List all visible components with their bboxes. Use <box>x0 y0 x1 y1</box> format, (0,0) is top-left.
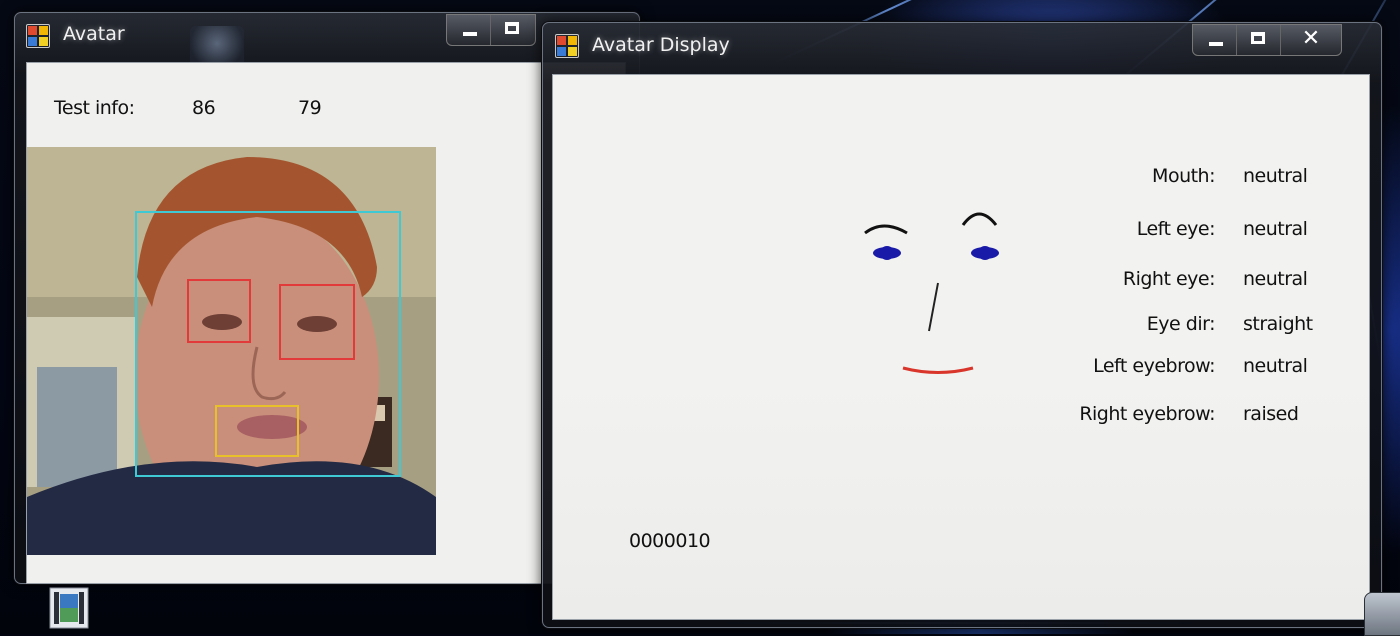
video-file-icon[interactable] <box>44 586 96 632</box>
maximize-icon <box>1251 32 1265 44</box>
window-caption-buttons <box>446 14 536 46</box>
window-caption-buttons: ✕ <box>1192 24 1342 56</box>
test-info-value-1: 86 <box>192 97 216 119</box>
status-code: 0000010 <box>629 530 711 552</box>
show-desktop-button[interactable] <box>1364 592 1400 636</box>
left-eyebrow <box>864 224 908 235</box>
avatar-display-client: Mouth: neutral Left eye: neutral Right e… <box>552 74 1370 620</box>
windows-form-app-icon <box>26 24 50 48</box>
mouth <box>902 366 974 374</box>
minimize-icon <box>1209 42 1223 46</box>
right-eye-detection-box <box>279 284 355 360</box>
nose <box>928 282 939 332</box>
eye-dir-label: Eye dir: <box>1146 313 1216 335</box>
minimize-button[interactable] <box>447 15 491 45</box>
minimize-button[interactable] <box>1193 25 1237 55</box>
avatar-window-client: Test info: 86 79 <box>26 62 626 584</box>
left-eye-value: neutral <box>1243 218 1308 240</box>
maximize-button[interactable] <box>1237 25 1281 55</box>
left-eye-detection-box <box>187 279 251 343</box>
avatar-display-titlebar[interactable]: Avatar Display ✕ <box>542 22 1382 74</box>
window-title: Avatar <box>63 23 125 45</box>
test-info-label: Test info: <box>54 97 135 119</box>
left-eyebrow-label: Left eyebrow: <box>1093 355 1215 377</box>
avatar-display-window: Avatar Display ✕ Mouth: neutral Left eye… <box>542 22 1382 628</box>
left-eye-label: Left eye: <box>1136 218 1216 240</box>
close-icon: ✕ <box>1301 26 1321 51</box>
test-info-value-2: 79 <box>298 97 322 119</box>
eye-dir-value: straight <box>1243 313 1313 335</box>
webcam-feed <box>27 147 436 555</box>
left-eyebrow-value: neutral <box>1243 355 1308 377</box>
mouth-label: Mouth: <box>1152 165 1215 187</box>
mouth-detection-box <box>215 405 299 457</box>
right-eyebrow <box>961 212 998 226</box>
close-button[interactable]: ✕ <box>1281 25 1341 55</box>
video-file-icon-graphic <box>49 587 89 629</box>
maximize-icon <box>505 22 519 34</box>
right-eyebrow-label: Right eyebrow: <box>1079 403 1215 425</box>
right-eye-value: neutral <box>1243 268 1308 290</box>
avatar-face-drawing <box>864 212 999 374</box>
minimize-icon <box>463 32 477 36</box>
maximize-button[interactable] <box>491 15 535 45</box>
window-title: Avatar Display <box>592 34 730 56</box>
right-eye-label: Right eye: <box>1122 268 1216 290</box>
mouth-value: neutral <box>1243 165 1308 187</box>
right-eyebrow-value: raised <box>1243 403 1299 425</box>
windows-form-app-icon <box>555 34 579 58</box>
